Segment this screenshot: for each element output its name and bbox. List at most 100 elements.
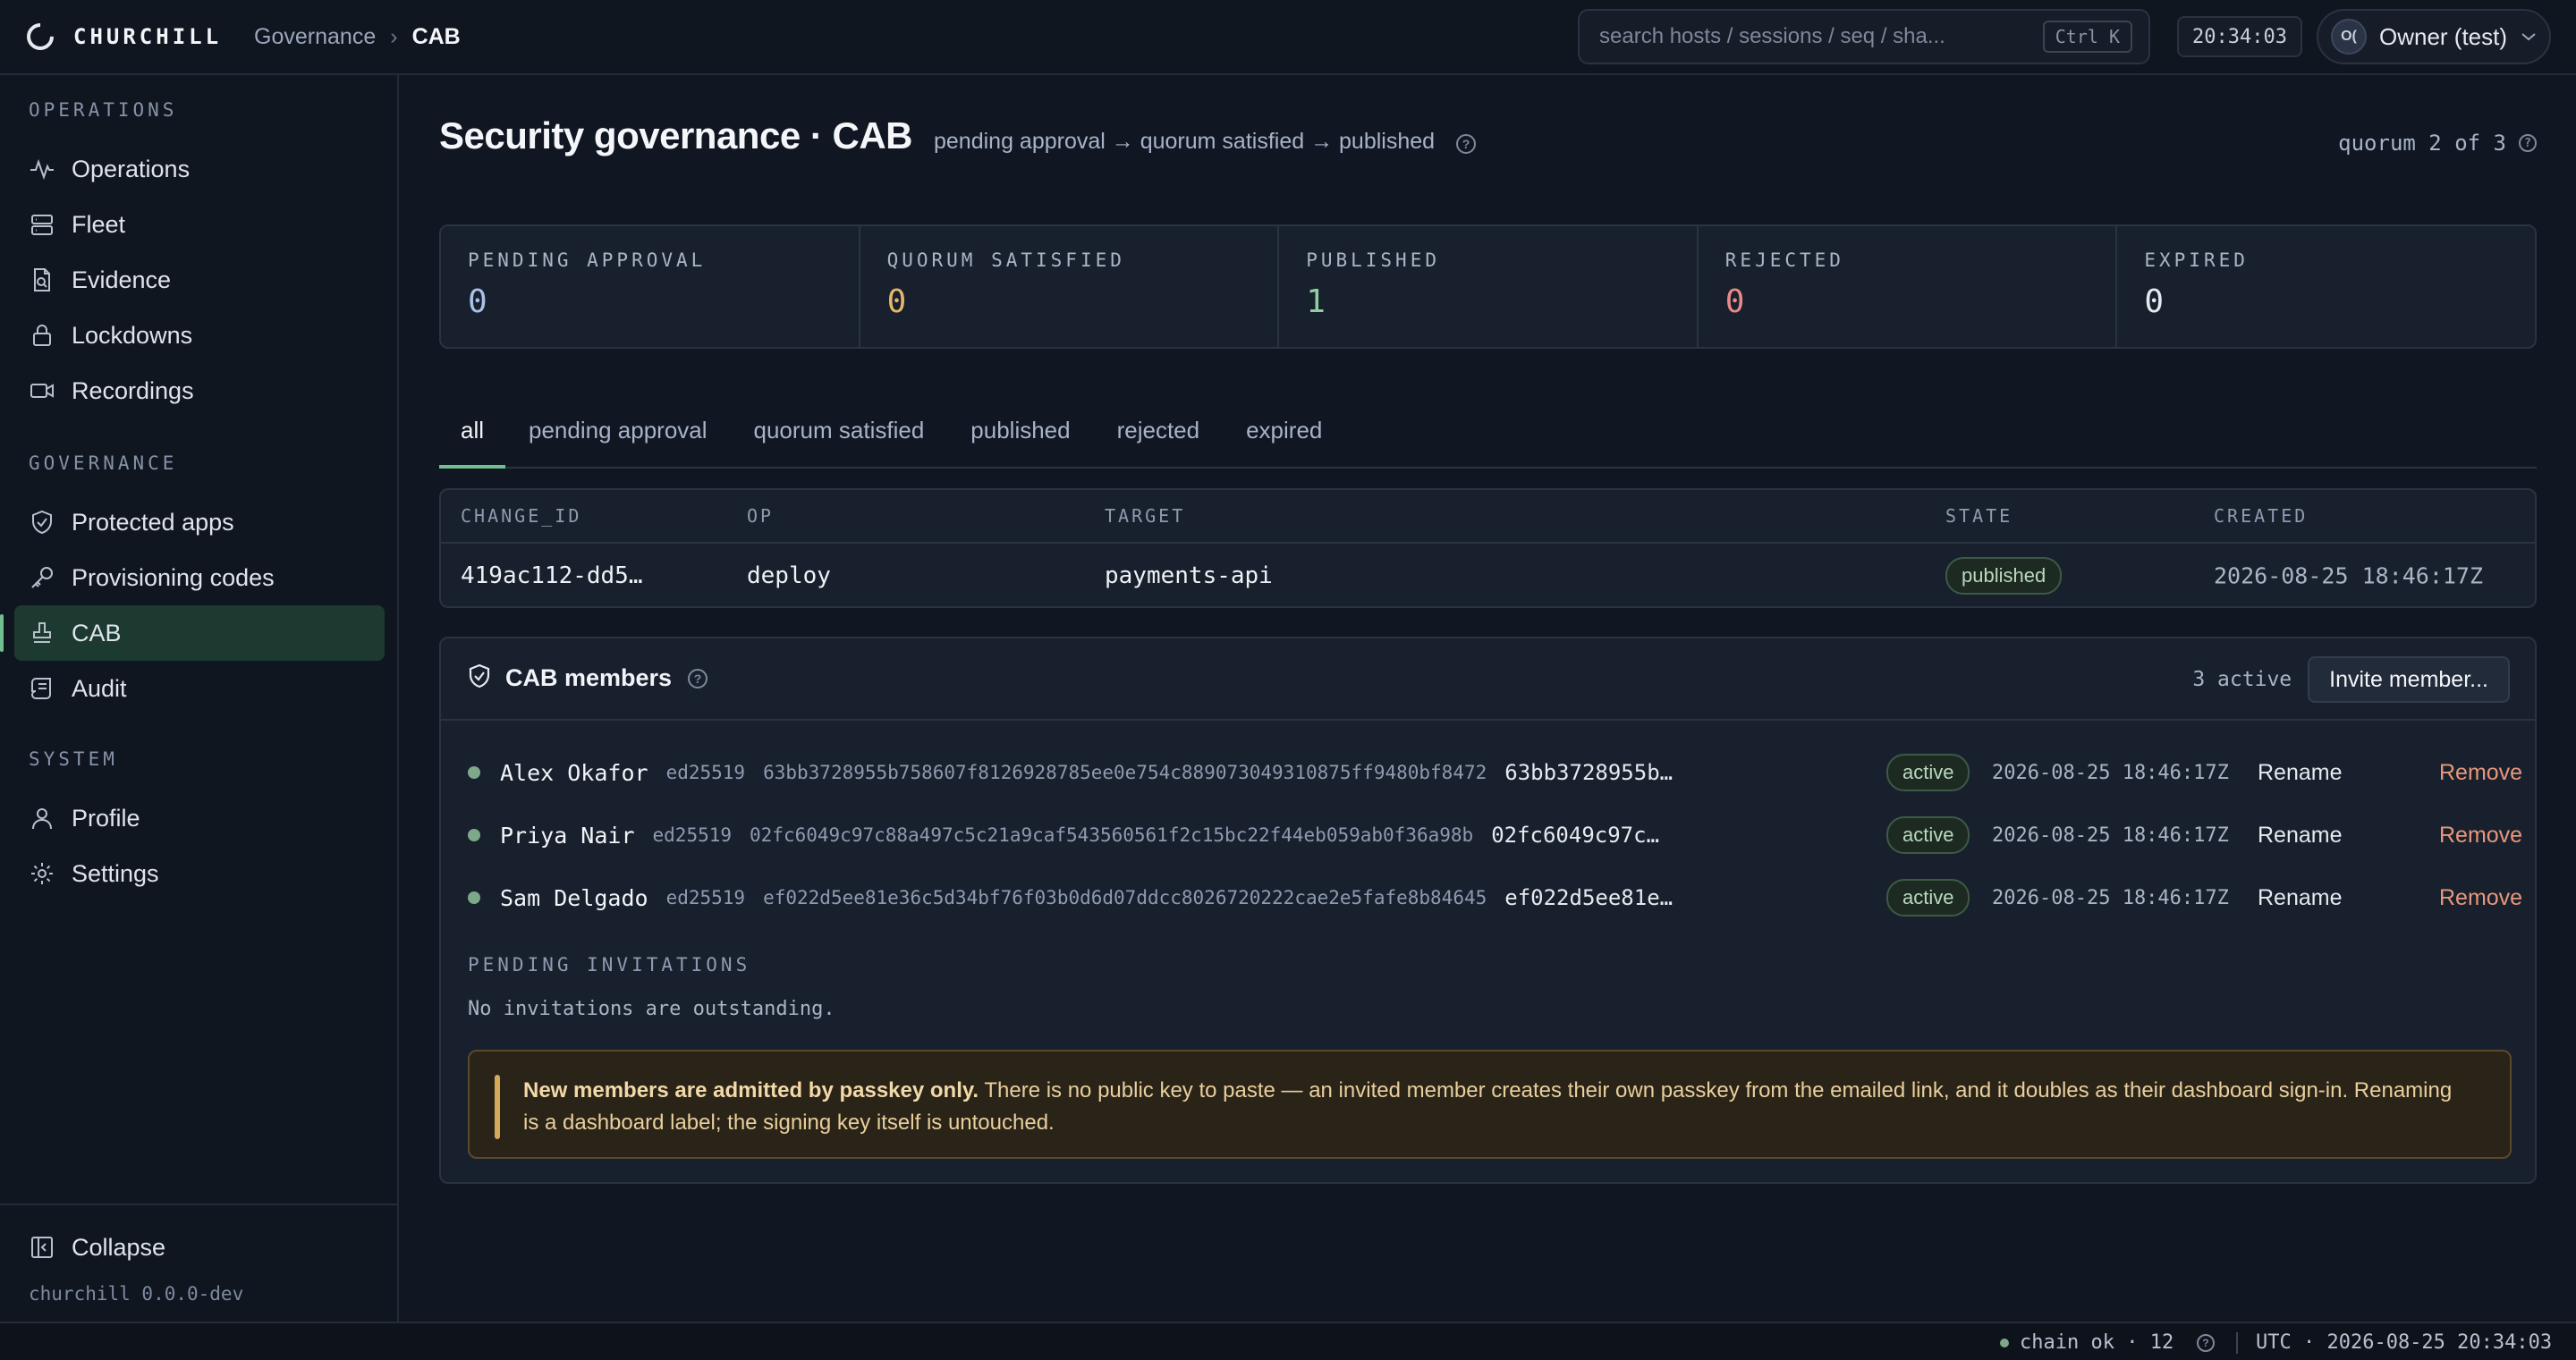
search-input[interactable]: search hosts / sessions / seq / sha... C…: [1578, 9, 2150, 64]
user-name: Owner (test): [2379, 22, 2508, 50]
sidebar-item-label: Fleet: [72, 210, 126, 238]
sidebar-section-operations: OPERATIONS: [29, 99, 178, 121]
remove-button[interactable]: Remove: [2439, 823, 2522, 849]
status-badge: active: [1886, 879, 1970, 917]
sidebar-item-provisioning-codes[interactable]: Provisioning codes: [14, 550, 385, 605]
search-shortcut-badge: Ctrl K: [2042, 21, 2132, 53]
sidebar-item-recordings[interactable]: Recordings: [14, 363, 385, 418]
sidebar-item-label: Provisioning codes: [72, 563, 275, 591]
sidebar-item-fleet[interactable]: Fleet: [14, 197, 385, 252]
tab-rejected[interactable]: rejected: [1094, 408, 1224, 469]
tab-expired[interactable]: expired: [1223, 408, 1345, 469]
notice-accent-bar: [495, 1075, 500, 1139]
key-icon: [29, 564, 55, 591]
change-id-cell[interactable]: 419ac112-dd5…: [461, 562, 643, 589]
status-badge: published: [1945, 557, 2063, 595]
sidebar-item-evidence[interactable]: Evidence: [14, 252, 385, 308]
sidebar-section-governance: GOVERNANCE: [29, 452, 178, 474]
sidebar-item-operations[interactable]: Operations: [14, 141, 385, 197]
sidebar-item-label: Protected apps: [72, 508, 234, 536]
sidebar-item-audit[interactable]: Audit: [14, 661, 385, 716]
members-header: CAB members ? 3 active Invite member...: [441, 638, 2535, 721]
remove-button[interactable]: Remove: [2439, 885, 2522, 911]
shield-check-icon: [29, 509, 55, 536]
member-key: ef022d5ee81e36c5d34bf76f03b0d6d07ddcc802…: [763, 887, 1487, 908]
lock-icon: [29, 322, 55, 349]
sidebar-item-protected-apps[interactable]: Protected apps: [14, 494, 385, 550]
member-algo: ed25519: [652, 824, 733, 846]
member-date: 2026-08-25 18:46:17Z: [1992, 886, 2229, 909]
clock: 20:34:03: [2177, 16, 2302, 57]
tab-all[interactable]: all: [439, 408, 506, 469]
stat-value: 0: [2144, 283, 2165, 320]
breadcrumb-current: CAB: [411, 23, 461, 49]
sidebar-item-cab[interactable]: CAB: [0, 605, 385, 661]
server-icon: [29, 211, 55, 238]
panel-collapse-icon: [29, 1234, 55, 1261]
column-header-change-id[interactable]: CHANGE_ID: [461, 505, 581, 527]
stat-value: 0: [886, 283, 907, 320]
stat-label: QUORUM SATISFIED: [886, 249, 1125, 271]
page-title: Security governance · CAB: [439, 114, 913, 156]
quorum-text: quorum 2 of 3: [2338, 131, 2506, 156]
stat-label: EXPIRED: [2144, 249, 2249, 271]
status-help-icon[interactable]: ?: [2197, 1334, 2215, 1352]
chain-status[interactable]: chain ok · 12: [2000, 1331, 2174, 1354]
breadcrumb-separator: ›: [390, 23, 398, 49]
sidebar-item-label: Operations: [72, 155, 191, 182]
stat-expired: EXPIRED 0: [2117, 226, 2535, 347]
rename-button[interactable]: Rename: [2258, 823, 2343, 849]
breadcrumb-governance[interactable]: Governance: [254, 24, 376, 50]
tab-quorum-satisfied[interactable]: quorum satisfied: [731, 408, 948, 469]
status-badge: active: [1886, 816, 1970, 854]
column-header-target[interactable]: TARGET: [1105, 505, 1185, 527]
stat-label: REJECTED: [1724, 249, 1844, 271]
member-state: active: [1886, 816, 1970, 854]
member-algo: ed25519: [665, 887, 746, 908]
passkey-notice: New members are admitted by passkey only…: [468, 1050, 2512, 1159]
sidebar-item-label: CAB: [72, 619, 122, 646]
sidebar-item-label: Audit: [72, 674, 127, 702]
status-separator: [2236, 1332, 2238, 1354]
column-header-state[interactable]: STATE: [1945, 505, 2012, 527]
member-state: active: [1886, 754, 1970, 791]
column-header-op[interactable]: OP: [747, 505, 774, 527]
member-name: Alex Okafor: [500, 759, 648, 786]
brand[interactable]: CHURCHILL: [21, 17, 222, 56]
invite-member-button[interactable]: Invite member...: [2308, 656, 2510, 703]
column-header-created[interactable]: CREATED: [2214, 505, 2308, 527]
sidebar-item-settings[interactable]: Settings: [14, 846, 385, 901]
table-row[interactable]: 419ac112-dd5… deploy payments-api publis…: [441, 544, 2535, 606]
member-key-short: ef022d5ee81e…: [1504, 885, 1674, 910]
rename-button[interactable]: Rename: [2258, 885, 2343, 911]
logo-icon: [21, 17, 60, 56]
member-algo: ed25519: [665, 762, 746, 783]
target-cell: payments-api: [1105, 562, 1273, 589]
remove-button[interactable]: Remove: [2439, 760, 2522, 786]
collapse-sidebar-button[interactable]: Collapse: [14, 1220, 385, 1275]
tab-published[interactable]: published: [947, 408, 1093, 469]
activity-icon: [29, 156, 55, 182]
help-icon[interactable]: ?: [1456, 134, 1477, 154]
member-state: active: [1886, 879, 1970, 917]
avatar: O(: [2331, 19, 2367, 55]
status-bar: chain ok · 12 ? UTC · 2026-08-25 20:34:0…: [0, 1322, 2576, 1360]
sidebar-item-lockdowns[interactable]: Lockdowns: [14, 308, 385, 363]
sidebar-item-label: Settings: [72, 859, 159, 887]
tab-pending-approval[interactable]: pending approval: [505, 408, 731, 469]
stat-quorum-satisfied: QUORUM SATISFIED 0: [860, 226, 1280, 347]
user-icon: [29, 805, 55, 832]
sidebar: OPERATIONS Operations Fleet Evidence Loc…: [0, 75, 399, 1322]
sidebar-item-profile[interactable]: Profile: [14, 790, 385, 846]
stat-label: PUBLISHED: [1306, 249, 1440, 271]
members-help-icon[interactable]: ?: [688, 668, 708, 688]
stat-pending-approval: PENDING APPROVAL 0: [441, 226, 860, 347]
quorum-help-icon[interactable]: ?: [2519, 134, 2537, 152]
user-menu[interactable]: O( Owner (test): [2317, 9, 2551, 64]
member-key: 02fc6049c97c88a497c5c21a9caf543560561f2c…: [750, 824, 1474, 846]
notice-text: New members are admitted by passkey only…: [523, 1075, 2456, 1139]
rename-button[interactable]: Rename: [2258, 760, 2343, 786]
member-name: Priya Nair: [500, 822, 635, 849]
chain-status-text: chain ok · 12: [2020, 1331, 2174, 1354]
sidebar-divider: [0, 1204, 397, 1205]
